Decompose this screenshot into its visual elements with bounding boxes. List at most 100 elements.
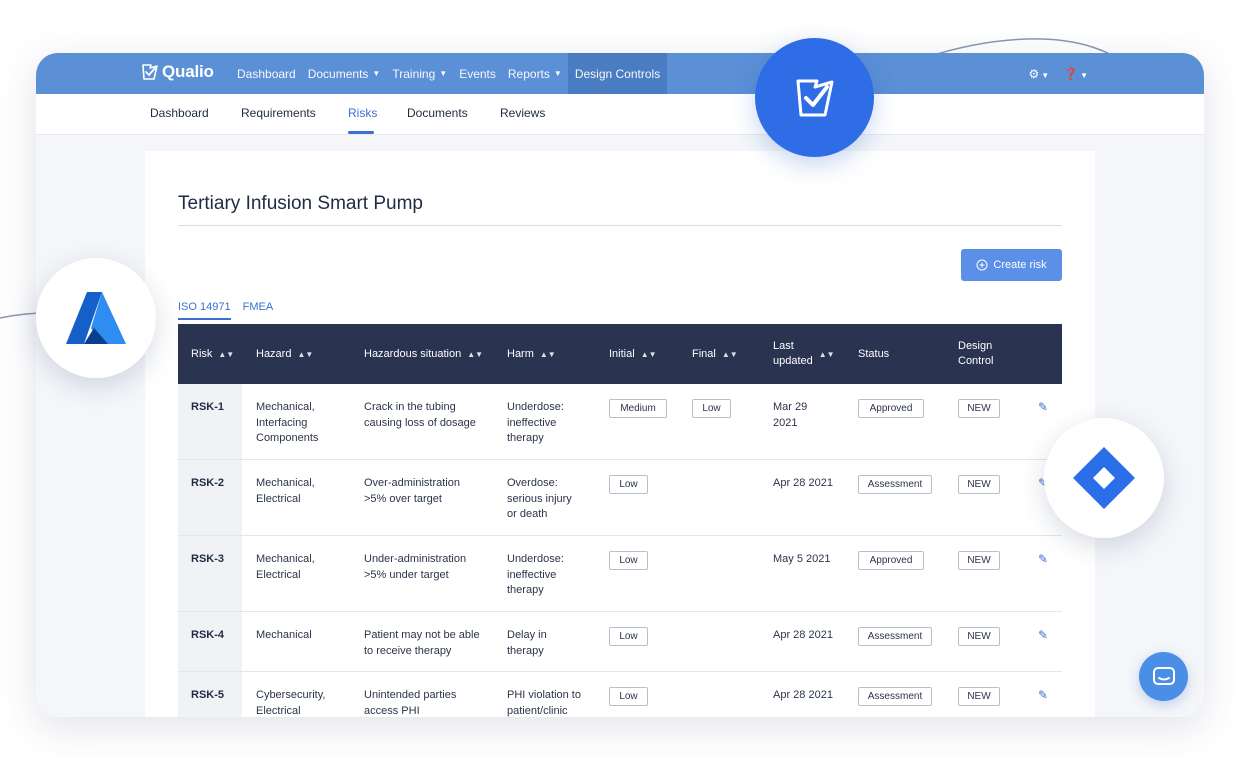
edit-pencil-icon[interactable]: ✎ [1038, 628, 1048, 644]
col-harm[interactable]: Harm ▲▼ [507, 324, 556, 384]
hazard-line: Cybersecurity, [256, 689, 326, 701]
situation-line: >5% under target [364, 568, 449, 581]
hazard-line: Electrical [256, 568, 301, 581]
nav-design-controls[interactable]: Design Controls [567, 53, 668, 94]
col-hazard[interactable]: Hazard ▲▼ [256, 324, 313, 384]
risk-id[interactable]: RSK-5 [191, 688, 224, 704]
table-row[interactable]: RSK-5 Cybersecurity, Electrical Unintende… [178, 672, 1062, 717]
col-last-updated[interactable]: Last updated ▲▼ [773, 324, 835, 384]
initial-risk-badge: Low [609, 475, 648, 494]
harm-line: therapy [507, 432, 544, 444]
sort-icon: ▲▼ [721, 349, 738, 359]
col-label: Design Control [958, 339, 993, 369]
tab-risks[interactable]: Risks [348, 106, 377, 120]
harm-cell: Delay in therapy [507, 628, 547, 659]
tab-reviews[interactable]: Reviews [500, 106, 545, 120]
caret-down-icon: ▼ [439, 69, 448, 78]
last-updated-cell: Apr 28 2021 [773, 476, 833, 492]
table-row[interactable]: RSK-2 Mechanical, Electrical Over-adminis… [178, 460, 1062, 536]
last-updated-cell: Mar 29 2021 [773, 400, 807, 431]
caret-down-icon: ▼ [372, 69, 381, 78]
date-line: Apr 28 2021 [773, 629, 833, 641]
nav-label: Design Controls [574, 66, 661, 81]
col-label-line: Design [958, 340, 993, 352]
date-line: Apr 28 2021 [773, 689, 833, 701]
risk-id[interactable]: RSK-2 [191, 476, 224, 492]
gear-icon[interactable]: ⚙ ▼ [1028, 67, 1049, 81]
qualio-logo[interactable]: Qualio [140, 62, 214, 82]
col-label-line: updated [773, 355, 813, 367]
nav-reports[interactable]: Reports ▼ [502, 53, 568, 94]
col-label-line: Control [958, 355, 994, 367]
help-icon[interactable]: ❓ ▼ [1063, 67, 1088, 81]
chat-bubble-icon [1152, 666, 1175, 685]
chat-support-button[interactable] [1139, 652, 1188, 701]
harm-line: or death [507, 508, 548, 520]
col-label: Risk [191, 348, 213, 360]
risk-id-cell [178, 536, 242, 611]
table-row[interactable]: RSK-4 Mechanical Patient may not be able… [178, 612, 1062, 672]
hazard-cell: Cybersecurity, Electrical [256, 688, 325, 717]
caret-down-icon: ▼ [553, 69, 562, 78]
tab-fmea[interactable]: FMEA [243, 301, 274, 320]
risk-id-cell [178, 460, 242, 535]
nav-documents[interactable]: Documents ▼ [302, 53, 387, 94]
app-window: Qualio Dashboard Documents ▼ Training ▼ Ev… [36, 53, 1204, 717]
hazard-cell: Mechanical [256, 628, 312, 644]
brand-name: Qualio [162, 62, 214, 81]
col-final[interactable]: Final ▲▼ [692, 324, 738, 384]
last-updated-cell: Apr 28 2021 [773, 628, 833, 644]
edit-pencil-icon[interactable]: ✎ [1038, 688, 1048, 704]
nav-label: Dashboard [237, 66, 296, 81]
initial-risk-badge: Low [609, 687, 648, 706]
hazard-line: Mechanical, [256, 401, 315, 413]
situation-cell: Crack in the tubing causing loss of dosag… [364, 400, 476, 431]
harm-line: therapy [507, 584, 544, 596]
situation-line: causing loss of dosage [364, 416, 476, 429]
risk-id[interactable]: RSK-3 [191, 552, 224, 568]
standard-tabs: ISO 14971 FMEA [178, 301, 273, 320]
risk-id[interactable]: RSK-4 [191, 628, 224, 644]
nav-label: Reports [507, 66, 550, 81]
harm-line: Underdose: [507, 401, 564, 413]
hazard-line: Electrical [256, 704, 301, 717]
col-label: Initial [609, 348, 635, 360]
status-badge: Approved [858, 551, 924, 570]
risk-id[interactable]: RSK-1 [191, 400, 224, 416]
tab-requirements[interactable]: Requirements [241, 106, 316, 120]
col-initial[interactable]: Initial ▲▼ [609, 324, 657, 384]
nav-label: Documents [307, 66, 369, 81]
sort-icon: ▲▼ [218, 349, 235, 359]
nav-dashboard[interactable]: Dashboard [231, 53, 302, 94]
harm-line: serious injury [507, 492, 572, 505]
nav-training[interactable]: Training ▼ [386, 53, 453, 94]
col-hazardous-situation[interactable]: Hazardous situation ▲▼ [364, 324, 483, 384]
tab-dashboard[interactable]: Dashboard [150, 106, 209, 120]
nav-events[interactable]: Events [453, 53, 502, 94]
hazard-line: Interfacing [256, 416, 308, 429]
azure-logo-icon [66, 292, 126, 344]
date-line: May 5 2021 [773, 553, 831, 565]
top-navigation-bar: Qualio Dashboard Documents ▼ Training ▼ Ev… [36, 53, 1204, 94]
col-risk[interactable]: Risk ▲▼ [191, 324, 234, 384]
sort-icon: ▲▼ [467, 349, 484, 359]
col-label: Hazardous situation [364, 348, 462, 360]
final-risk-badge: Low [692, 399, 731, 418]
tab-documents[interactable]: Documents [407, 106, 468, 120]
col-label: Last updated [773, 339, 813, 369]
edit-pencil-icon[interactable]: ✎ [1038, 552, 1048, 568]
hazard-cell: Mechanical, Interfacing Components [256, 400, 318, 447]
top-nav-menu: Dashboard Documents ▼ Training ▼ Events Re… [231, 53, 668, 94]
tab-iso-14971[interactable]: ISO 14971 [178, 301, 231, 320]
col-design-control[interactable]: Design Control [958, 324, 993, 384]
table-row[interactable]: RSK-1 Mechanical, Interfacing Components C… [178, 384, 1062, 460]
harm-line: PHI violation to [507, 689, 581, 701]
date-line: Mar 29 [773, 401, 808, 413]
table-row[interactable]: RSK-3 Mechanical, Electrical Under-admini… [178, 536, 1062, 612]
sort-icon: ▲▼ [297, 349, 314, 359]
harm-line: Underdose: [507, 553, 564, 565]
col-status[interactable]: Status [858, 324, 889, 384]
create-risk-button[interactable]: Create risk [961, 249, 1062, 281]
edit-pencil-icon[interactable]: ✎ [1038, 400, 1048, 416]
top-right-controls: ⚙ ▼ ❓ ▼ [1028, 53, 1088, 94]
